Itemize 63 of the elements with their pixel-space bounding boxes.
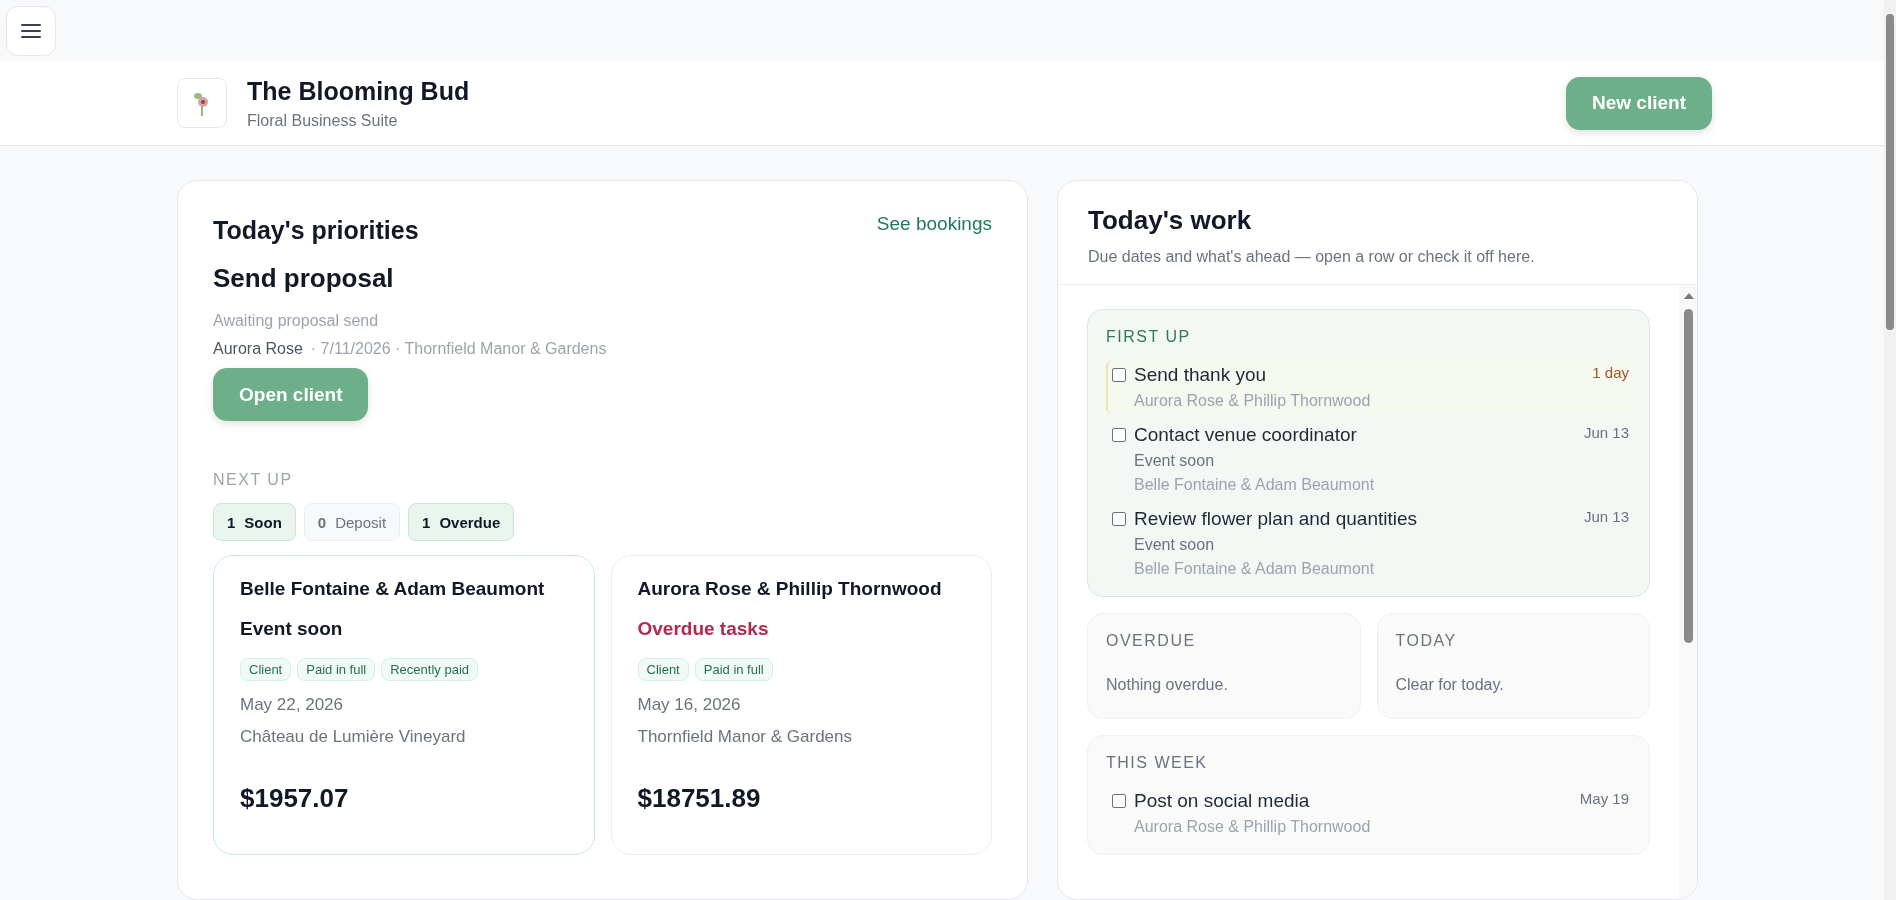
event-details: · 7/11/2026 · Thornfield Manor & Gardens: [310, 340, 607, 358]
section-label: TODAY: [1395, 632, 1458, 650]
event-date: May 22, 2026: [240, 695, 344, 715]
task-row[interactable]: Review flower plan and quantities Event soon Belle Fontaine & Adam Beaumont Jun 13: [1106, 504, 1631, 582]
task-detail: Belle Fontaine & Adam Beaumont: [1134, 476, 1376, 494]
client-name: Aurora Rose: [213, 340, 303, 358]
amount: $18751.89: [637, 783, 762, 814]
venue: Thornfield Manor & Gardens: [637, 727, 853, 747]
booking-status: Event soon: [240, 618, 344, 640]
task-detail: Event soon: [1134, 452, 1216, 470]
section-label: NEXT UP: [213, 471, 294, 489]
card-title: Today's priorities: [213, 216, 419, 245]
booking-card[interactable]: Aurora Rose & Phillip Thornwood Overdue tasks Client Paid in full May 16, 2026 Thornfield Manor & Gardens $18751.89: [610, 555, 992, 855]
brand-title: The Blooming Bud: [247, 76, 471, 106]
due-date: May 19: [1579, 790, 1630, 809]
booking-status: Overdue tasks: [637, 618, 770, 640]
brand-subtitle: Floral Business Suite: [247, 111, 399, 130]
tag: Client: [240, 658, 292, 681]
task-detail: Belle Fontaine & Adam Beaumont: [1134, 560, 1376, 578]
task-checkbox[interactable]: [1112, 512, 1126, 526]
scrollbar[interactable]: [1679, 285, 1697, 899]
tag: Recently paid: [381, 658, 478, 681]
card-title: Today's work: [1088, 205, 1253, 236]
task-detail: Aurora Rose & Phillip Thornwood: [1134, 818, 1372, 836]
venue: Château de Lumière Vineyard: [240, 727, 467, 747]
empty-message: Clear for today.: [1395, 676, 1505, 694]
task-title: Send thank you: [1134, 364, 1268, 386]
task-row[interactable]: Send thank you Aurora Rose & Phillip Thornwood 1 day: [1106, 360, 1631, 414]
due-date: 1 day: [1592, 364, 1630, 383]
task-row[interactable]: Contact venue coordinator Event soon Belle Fontaine & Adam Beaumont Jun 13: [1106, 420, 1631, 498]
booking-card[interactable]: Belle Fontaine & Adam Beaumont Event soon Client Paid in full Recently paid May 22, 2026 Château de Lumière Vineyard $1957.07: [213, 555, 595, 855]
task-title: Review flower plan and quantities: [1134, 508, 1419, 530]
task-detail: Event soon: [1134, 536, 1216, 554]
amount: $1957.07: [240, 783, 350, 814]
page-scrollbar[interactable]: [1884, 0, 1896, 900]
tag: Client: [637, 658, 689, 681]
task-detail: Aurora Rose & Phillip Thornwood: [1134, 392, 1372, 410]
tag: Paid in full: [297, 658, 376, 681]
tag: Paid in full: [694, 658, 773, 681]
task-title: Contact venue coordinator: [1134, 424, 1358, 446]
event-date: May 16, 2026: [637, 695, 742, 715]
menu-icon: [21, 23, 41, 39]
empty-message: Nothing overdue.: [1106, 676, 1229, 694]
couple-names: Aurora Rose & Phillip Thornwood: [637, 578, 943, 600]
section-label: THIS WEEK: [1106, 754, 1209, 772]
couple-names: Belle Fontaine & Adam Beaumont: [240, 578, 546, 600]
filter-chip[interactable]: 0 Deposit: [303, 503, 401, 541]
task-row[interactable]: Post on social media Aurora Rose & Phillip Thornwood May 19: [1106, 786, 1631, 840]
see-bookings-link[interactable]: See bookings: [876, 213, 992, 235]
due-date: Jun 13: [1583, 424, 1630, 443]
section-label: OVERDUE: [1106, 632, 1197, 650]
due-date: Jun 13: [1583, 508, 1630, 527]
task-heading: Send proposal: [213, 263, 395, 294]
card-subtitle: Due dates and what's ahead — open a row or check it off here.: [1088, 248, 1536, 266]
section-label: FIRST UP: [1106, 328, 1192, 346]
filter-chip[interactable]: 1 Overdue: [408, 503, 515, 541]
task-title: Post on social media: [1134, 790, 1311, 812]
task-status: Awaiting proposal send: [213, 312, 380, 330]
filter-chip[interactable]: 1 Soon: [213, 503, 296, 541]
task-checkbox[interactable]: [1112, 368, 1126, 382]
menu-button[interactable]: [6, 6, 56, 56]
task-checkbox[interactable]: [1112, 428, 1126, 442]
task-checkbox[interactable]: [1112, 794, 1126, 808]
